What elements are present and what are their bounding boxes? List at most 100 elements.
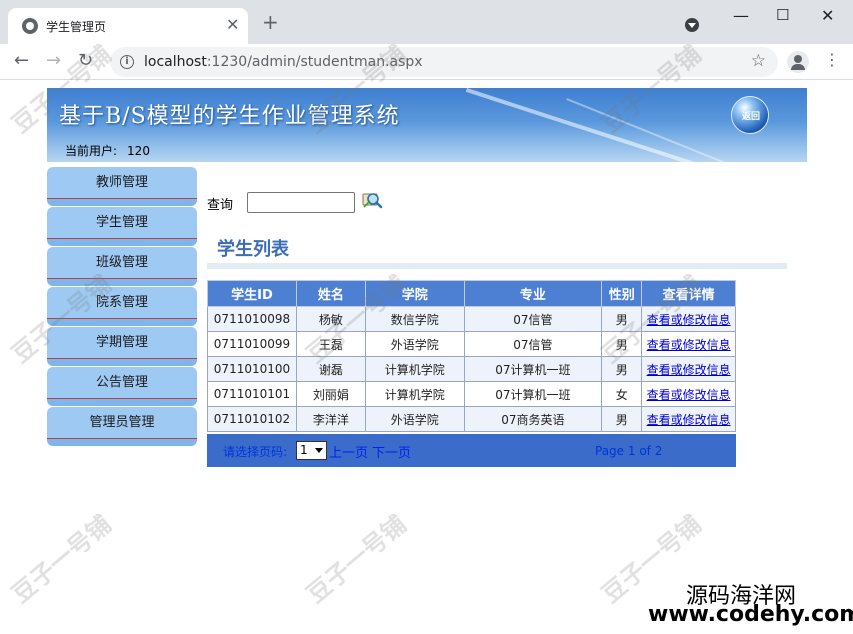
student-gender: 男 — [601, 406, 643, 432]
menu-item-label[interactable]: 学生管理 — [47, 207, 197, 238]
current-user-value: 120 — [127, 144, 150, 158]
student-id: 0711010098 — [207, 306, 297, 332]
search-icon[interactable] — [361, 190, 383, 212]
student-major: 07商务英语 — [463, 406, 603, 432]
page-title: 学生列表 — [217, 239, 289, 260]
edit-info-link[interactable]: 查看或修改信息 — [647, 338, 731, 352]
page-select-label: 请选择页码: — [223, 445, 288, 459]
student-name: 杨敏 — [295, 306, 366, 332]
student-table: 学生ID 姓名 学院 专业 性别 查看详情 0711010098 杨敏 数信学院… — [207, 280, 736, 432]
menu-item-student[interactable]: 学生管理 — [47, 207, 197, 247]
browser-tab[interactable]: 学生管理页 ✕ — [8, 8, 248, 44]
address-bar[interactable]: i localhost:1230/admin/studentman.aspx ☆ — [110, 47, 778, 77]
reload-icon[interactable]: ↻ — [78, 50, 93, 71]
forward-arrow-icon[interactable]: → — [46, 50, 61, 71]
table-row: 0711010101 刘丽娟 计算机学院 07计算机一班 女 查看或修改信息 — [207, 381, 736, 407]
menu-foot — [47, 279, 197, 286]
page-select-value: 1 — [300, 443, 308, 457]
info-icon[interactable]: i — [120, 55, 134, 69]
column-header: 学院 — [364, 280, 465, 307]
student-name: 王磊 — [295, 331, 366, 357]
back-arrow-icon[interactable]: ← — [14, 50, 29, 71]
current-user-label: 当前用户: — [65, 144, 118, 158]
menu-item-label[interactable]: 管理员管理 — [47, 407, 197, 438]
menu-foot — [47, 199, 197, 206]
detail-cell: 查看或修改信息 — [641, 306, 736, 332]
student-name: 刘丽娟 — [295, 381, 366, 407]
menu-item-label[interactable]: 教师管理 — [47, 167, 197, 198]
site-title: 基于B/S模型的学生作业管理系统 — [59, 104, 400, 129]
menu-foot — [47, 359, 197, 366]
browser-tabbar: 学生管理页 ✕ + — ☐ ✕ — [0, 0, 853, 44]
menu-item-label[interactable]: 班级管理 — [47, 247, 197, 278]
menu-item-label[interactable]: 公告管理 — [47, 367, 197, 398]
tab-title: 学生管理页 — [46, 20, 107, 34]
student-name: 李洋洋 — [295, 406, 366, 432]
edit-info-link[interactable]: 查看或修改信息 — [647, 313, 731, 327]
menu-item-class[interactable]: 班级管理 — [47, 247, 197, 287]
menu-item-label[interactable]: 院系管理 — [47, 287, 197, 318]
watermark: 豆子一号铺 — [6, 510, 117, 609]
current-user: 当前用户: 120 — [47, 140, 807, 162]
close-tab-icon[interactable]: ✕ — [226, 15, 239, 34]
menu-foot — [47, 439, 197, 446]
browser-toolbar: ← → ↻ i localhost:1230/admin/studentman.… — [0, 44, 853, 80]
edit-info-link[interactable]: 查看或修改信息 — [647, 363, 731, 377]
edit-info-link[interactable]: 查看或修改信息 — [647, 413, 731, 427]
menu-item-admin[interactable]: 管理员管理 — [47, 407, 197, 447]
student-gender: 男 — [601, 306, 643, 332]
student-id: 0711010099 — [207, 331, 297, 357]
student-college: 数信学院 — [364, 306, 465, 332]
new-tab-button[interactable]: + — [262, 12, 279, 32]
student-major: 07计算机一班 — [463, 381, 603, 407]
detail-cell: 查看或修改信息 — [641, 331, 736, 357]
next-page-link[interactable]: 下一页 — [372, 442, 411, 461]
menu-item-semester[interactable]: 学期管理 — [47, 327, 197, 367]
menu-item-label[interactable]: 学期管理 — [47, 327, 197, 358]
globe-label: 返回 — [741, 112, 760, 122]
prev-page-link[interactable]: 上一页 — [329, 442, 368, 461]
menu-foot — [47, 319, 197, 326]
menu-item-teacher[interactable]: 教师管理 — [47, 167, 197, 207]
site-banner: 基于B/S模型的学生作业管理系统 返回 当前用户: 120 — [47, 88, 807, 162]
tab-search-icon[interactable] — [685, 18, 699, 32]
source-site-url: www.codehy.com — [648, 602, 853, 627]
menu-foot — [47, 239, 197, 246]
menu-item-department[interactable]: 院系管理 — [47, 287, 197, 327]
maximize-button[interactable]: ☐ — [776, 6, 789, 24]
student-major: 07计算机一班 — [463, 356, 603, 382]
menu-kebab-icon[interactable]: ⋮ — [824, 50, 840, 69]
column-header: 专业 — [463, 280, 603, 307]
title-rule — [207, 263, 787, 269]
student-id: 0711010102 — [207, 406, 297, 432]
table-header-row: 学生ID 姓名 学院 专业 性别 查看详情 — [207, 280, 736, 307]
table-pager: 请选择页码: 1 上一页 下一页 Page 1 of 2 — [207, 434, 736, 467]
student-gender: 男 — [601, 356, 643, 382]
edit-info-link[interactable]: 查看或修改信息 — [647, 388, 731, 402]
detail-cell: 查看或修改信息 — [641, 406, 736, 432]
close-window-button[interactable]: ✕ — [821, 6, 834, 25]
student-name: 谢磊 — [295, 356, 366, 382]
detail-cell: 查看或修改信息 — [641, 356, 736, 382]
table-row: 0711010100 谢磊 计算机学院 07计算机一班 男 查看或修改信息 — [207, 356, 736, 382]
url-text: localhost:1230/admin/studentman.aspx — [144, 54, 423, 70]
minimize-button[interactable]: — — [733, 6, 749, 25]
watermark: 豆子一号铺 — [301, 510, 412, 609]
bookmark-star-icon[interactable]: ☆ — [751, 51, 766, 71]
side-menu: 教师管理 学生管理 班级管理 院系管理 学期管理 公告管理 管理员管理 — [47, 167, 197, 447]
profile-avatar-icon[interactable] — [787, 51, 809, 73]
table-row: 0711010099 王磊 外语学院 07信管 男 查看或修改信息 — [207, 331, 736, 357]
student-gender: 女 — [601, 381, 643, 407]
page-select[interactable]: 1 — [296, 441, 327, 460]
student-major: 07信管 — [463, 331, 603, 357]
column-header: 姓名 — [295, 280, 366, 307]
column-header: 查看详情 — [641, 280, 736, 307]
menu-item-notice[interactable]: 公告管理 — [47, 367, 197, 407]
student-college: 计算机学院 — [364, 381, 465, 407]
detail-cell: 查看或修改信息 — [641, 381, 736, 407]
home-globe-icon[interactable]: 返回 — [731, 96, 769, 134]
search-input[interactable] — [247, 192, 355, 213]
globe-icon — [22, 18, 38, 34]
student-id: 0711010101 — [207, 381, 297, 407]
student-college: 外语学院 — [364, 331, 465, 357]
